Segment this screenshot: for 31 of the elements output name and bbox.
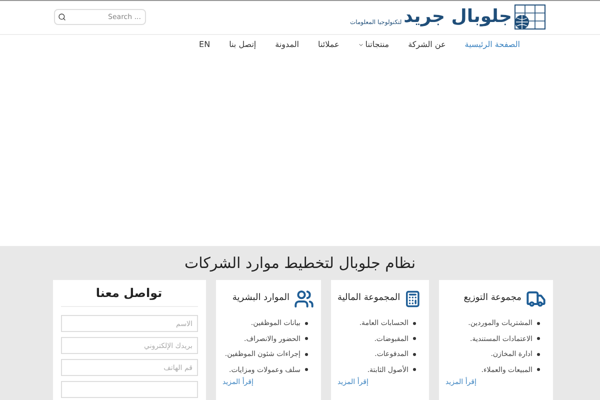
input-field[interactable] <box>60 381 198 398</box>
nav-link[interactable]: إتصل بنا <box>229 38 256 51</box>
bullet-icon <box>412 337 416 340</box>
bullet-icon <box>412 322 416 325</box>
card-title: الموارد البشرية <box>232 292 290 306</box>
contact-title: تواصل معنا <box>60 284 198 307</box>
bullet-icon <box>304 322 308 325</box>
bullet-icon <box>304 352 308 356</box>
card-title: مجموعة التوزيع <box>464 292 522 306</box>
bullet-icon <box>536 368 540 372</box>
bullet-icon <box>536 337 540 340</box>
section-title: نظام جلوبال لتخطيط موارد الشركات <box>184 253 416 274</box>
bullet-icon <box>536 352 540 356</box>
bullet-icon <box>536 322 540 325</box>
bullet-icon <box>412 368 416 372</box>
people-icon <box>294 289 314 309</box>
truck-icon <box>526 289 546 309</box>
globe-grid-logo-icon <box>514 4 546 30</box>
search-icon <box>58 13 66 22</box>
nav-link[interactable]: عملائنا <box>318 38 340 51</box>
bullet-icon <box>304 368 308 372</box>
bullet-icon <box>412 352 416 356</box>
bullet-icon <box>304 337 308 340</box>
nav-link[interactable]: الصفحة الرئيسية <box>464 38 520 51</box>
card-title: المجموعة المالية <box>338 292 400 306</box>
nav-link[interactable]: عن الشركة <box>408 38 446 51</box>
nav-link[interactable]: EN <box>199 38 210 51</box>
logo-title: جلوبال جريد <box>404 8 512 26</box>
nav-link[interactable]: منتجاتنا <box>358 38 390 51</box>
calculator-icon <box>404 289 422 309</box>
nav-link[interactable]: المدونة <box>275 38 300 51</box>
